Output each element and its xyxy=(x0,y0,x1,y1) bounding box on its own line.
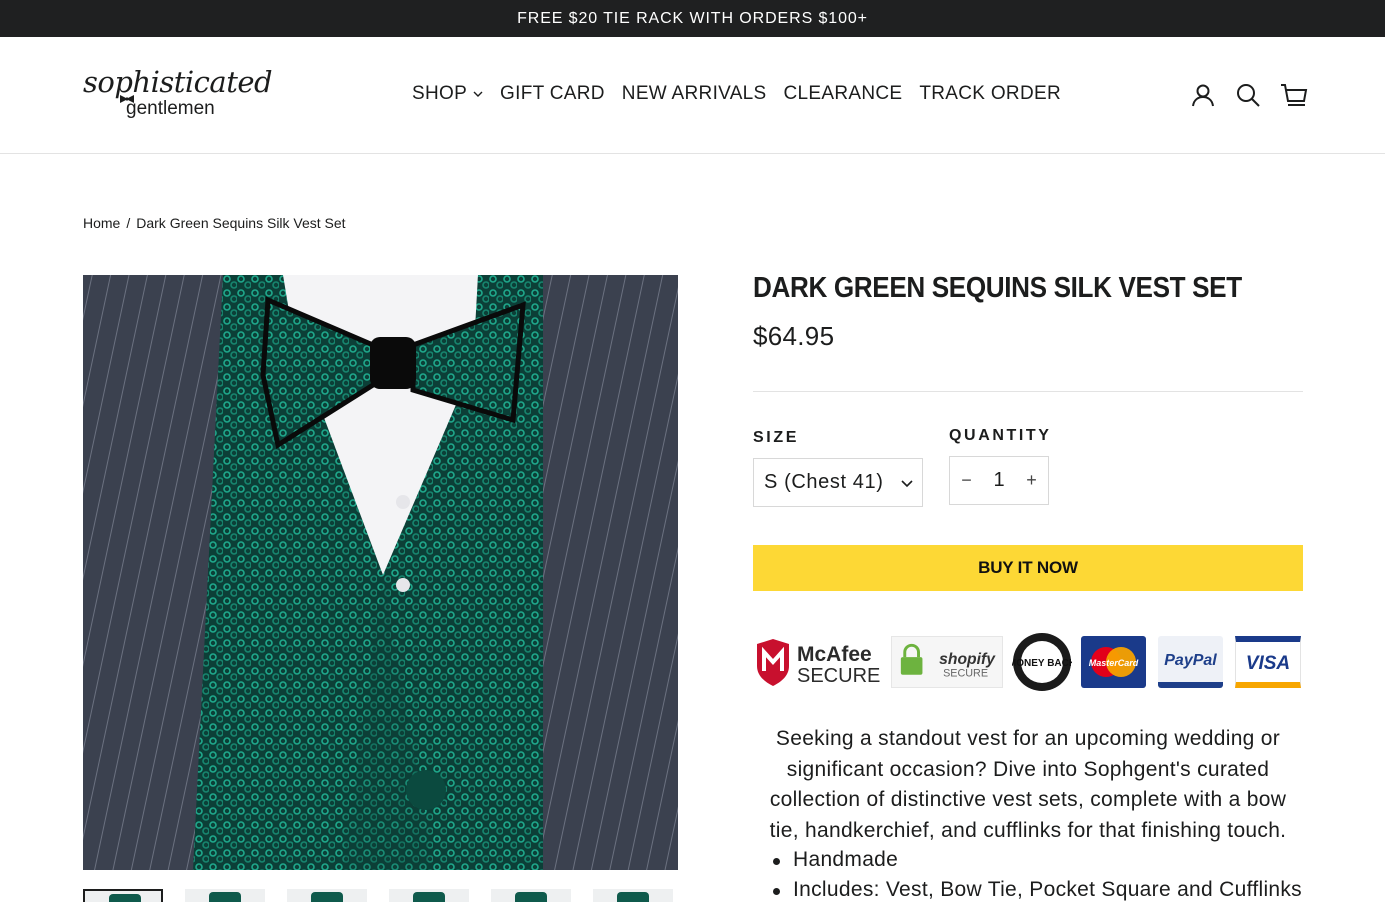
site-header: sophisticated gentlemen SHOP GIFT CARD N… xyxy=(0,37,1385,154)
shopify-top: shopify xyxy=(939,651,996,668)
money-back-badge: MONEY BACK xyxy=(1011,633,1073,691)
nav-clearance[interactable]: CLEARANCE xyxy=(784,83,903,105)
thumbnail[interactable] xyxy=(593,889,673,902)
quantity-label: QUANTITY xyxy=(949,427,1052,444)
feature-item: Handmade xyxy=(773,845,1302,875)
visa-text: VISA xyxy=(1246,653,1290,674)
feature-list: Handmade Includes: Vest, Bow Tie, Pocket… xyxy=(773,845,1302,902)
size-label: SIZE xyxy=(753,429,799,446)
logo-sub: gentlemen xyxy=(126,98,215,119)
thumbnail[interactable] xyxy=(83,889,163,902)
account-icon[interactable] xyxy=(1190,82,1216,108)
main-nav: SHOP GIFT CARD NEW ARRIVALS CLEARANCE TR… xyxy=(412,83,1061,105)
quantity-minus-button[interactable]: − xyxy=(950,457,983,504)
paypal-text: PayPal xyxy=(1164,652,1217,669)
nav-shop[interactable]: SHOP xyxy=(412,83,483,105)
thumbnail[interactable] xyxy=(185,889,265,902)
quantity-plus-button[interactable]: + xyxy=(1015,457,1048,504)
announcement-text: FREE $20 TIE RACK WITH ORDERS $100+ xyxy=(517,9,868,27)
vest-photo xyxy=(83,275,678,870)
thumbnail[interactable] xyxy=(389,889,469,902)
mastercard-badge: MasterCard xyxy=(1081,636,1146,688)
quantity-stepper: − 1 + xyxy=(949,456,1049,505)
thumbnail[interactable] xyxy=(491,889,571,902)
breadcrumb: Home / Dark Green Sequins Silk Vest Set xyxy=(83,215,346,231)
buy-it-now-button[interactable]: BUY IT NOW xyxy=(753,545,1303,591)
thumbnail-strip xyxy=(83,889,683,902)
chevron-down-icon xyxy=(473,91,483,97)
breadcrumb-separator: / xyxy=(126,215,131,231)
product-title: DARK GREEN SEQUINS SILK VEST SET xyxy=(753,272,1242,304)
mcafee-top: McAfee xyxy=(797,643,872,666)
product-description: Seeking a standout vest for an upcoming … xyxy=(769,727,1287,842)
trust-badges: McAfee SECURE shopify SECURE MONEY BACK … xyxy=(753,633,1303,692)
mcafee-bottom: SECURE xyxy=(797,665,880,687)
size-select[interactable]: S (Chest 41) xyxy=(753,458,923,507)
breadcrumb-home[interactable]: Home xyxy=(83,215,120,231)
nav-gift-card[interactable]: GIFT CARD xyxy=(500,83,605,105)
mcafee-secure-badge: McAfee SECURE xyxy=(753,636,885,688)
product-image[interactable] xyxy=(83,275,678,870)
thumbnail[interactable] xyxy=(287,889,367,902)
mastercard-text: MasterCard xyxy=(1089,658,1139,668)
logo-script: sophisticated xyxy=(83,65,273,99)
shopify-secure-badge: shopify SECURE xyxy=(891,636,1003,688)
breadcrumb-current: Dark Green Sequins Silk Vest Set xyxy=(136,215,346,231)
feature-item: Includes: Vest, Bow Tie, Pocket Square a… xyxy=(773,875,1302,902)
search-icon[interactable] xyxy=(1235,82,1261,108)
cart-icon[interactable] xyxy=(1280,82,1308,108)
money-back-text: MONEY BACK xyxy=(1012,658,1072,669)
paypal-badge: PayPal xyxy=(1158,636,1223,688)
visa-badge: VISA xyxy=(1235,636,1301,688)
chevron-down-icon xyxy=(901,480,913,488)
nav-track-order[interactable]: TRACK ORDER xyxy=(919,83,1061,105)
nav-shop-label: SHOP xyxy=(412,83,468,104)
nav-new-arrivals[interactable]: NEW ARRIVALS xyxy=(622,83,767,105)
size-selected-value: S (Chest 41) xyxy=(764,471,884,493)
announcement-bar: FREE $20 TIE RACK WITH ORDERS $100+ xyxy=(0,0,1385,37)
product-price: $64.95 xyxy=(753,321,835,351)
divider xyxy=(753,391,1303,392)
quantity-input[interactable]: 1 xyxy=(983,469,1015,492)
header-icons xyxy=(1190,82,1308,108)
site-logo[interactable]: sophisticated gentlemen xyxy=(83,65,273,125)
shopify-bottom: SECURE xyxy=(943,668,988,680)
